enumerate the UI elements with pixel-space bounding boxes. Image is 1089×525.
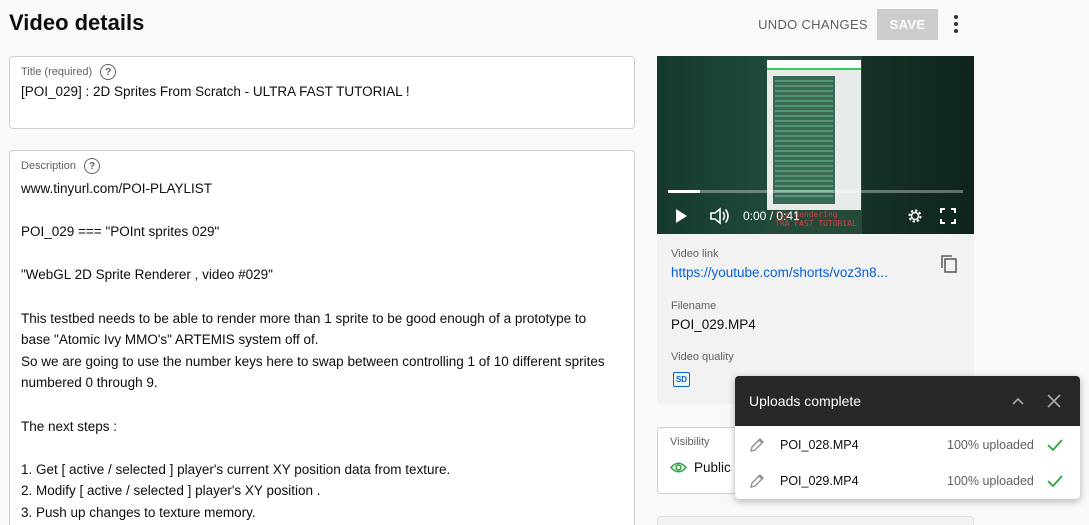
video-progress-bar[interactable] xyxy=(668,190,963,193)
eye-icon xyxy=(670,462,687,473)
description-input[interactable]: www.tinyurl.com/POI-PLAYLIST POI_029 ===… xyxy=(21,178,625,524)
more-vert-icon[interactable] xyxy=(945,12,967,36)
video-player[interactable]: ite Rendering TRA FAST TUTORIAL 0:00 / 0… xyxy=(657,56,974,234)
page-title: Video details xyxy=(9,10,145,35)
filename-value: POI_029.MP4 xyxy=(671,317,756,332)
video-thumbnail xyxy=(767,60,861,210)
description-line: The next steps : xyxy=(21,418,118,434)
video-time: 0:00 / 0:41 xyxy=(743,209,800,223)
chevron-up-icon[interactable] xyxy=(1011,394,1025,408)
fullscreen-icon[interactable] xyxy=(940,208,956,224)
upload-filename: POI_028.MP4 xyxy=(780,438,859,452)
description-line: 1. Get [ active / selected ] player's cu… xyxy=(21,461,451,477)
upload-item[interactable]: POI_029.MP4 100% uploaded xyxy=(735,463,1080,499)
pencil-icon[interactable] xyxy=(749,473,765,489)
title-input[interactable]: [POI_029] : 2D Sprites From Scratch - UL… xyxy=(21,84,410,99)
description-line xyxy=(21,437,625,459)
description-line: So we are going to use the number keys h… xyxy=(21,353,605,369)
visibility-label: Visibility xyxy=(670,436,710,448)
description-line xyxy=(21,394,625,416)
uploads-toast-title: Uploads complete xyxy=(749,393,862,409)
video-quality-label: Video quality xyxy=(671,351,734,363)
description-line xyxy=(21,286,625,308)
volume-icon[interactable] xyxy=(710,207,730,225)
copy-icon[interactable] xyxy=(940,254,958,274)
gear-icon[interactable] xyxy=(906,207,924,225)
description-line xyxy=(21,200,625,222)
video-link[interactable]: https://youtube.com/shorts/voz3n8... xyxy=(671,265,916,280)
description-line: "WebGL 2D Sprite Renderer , video #029" xyxy=(21,267,273,283)
title-field[interactable]: Title (required) ? [POI_029] : 2D Sprite… xyxy=(9,56,635,129)
upload-status: 100% uploaded xyxy=(947,474,1034,488)
pencil-icon[interactable] xyxy=(749,437,765,453)
description-line: www.tinyurl.com/POI-PLAYLIST xyxy=(21,181,213,196)
uploads-toast: Uploads complete POI_028.MP4 100% upload… xyxy=(735,376,1080,499)
description-line: base "Atomic Ivy MMO's" ARTEMIS system o… xyxy=(21,332,319,348)
upload-item[interactable]: POI_028.MP4 100% uploaded xyxy=(735,427,1080,463)
description-line: POI_029 === "POInt sprites 029" xyxy=(21,224,220,240)
description-line: numbered 0 through 9. xyxy=(21,375,158,391)
description-line: 2. Modify [ active / selected ] player's… xyxy=(21,483,321,499)
visibility-value: Public xyxy=(694,460,731,475)
upload-status: 100% uploaded xyxy=(947,438,1034,452)
description-line xyxy=(21,243,625,265)
description-field-label: Description xyxy=(21,160,77,172)
filename-label: Filename xyxy=(671,300,717,312)
undo-changes-button[interactable]: UNDO CHANGES xyxy=(756,9,870,40)
bottom-panel xyxy=(657,516,974,525)
sd-quality-icon: SD xyxy=(673,372,690,387)
upload-filename: POI_029.MP4 xyxy=(780,474,859,488)
help-icon[interactable]: ? xyxy=(84,158,101,174)
uploads-toast-header: Uploads complete xyxy=(735,376,1080,426)
description-line: 3. Push up changes to texture memory. xyxy=(21,504,256,520)
save-button[interactable]: SAVE xyxy=(877,9,938,40)
close-icon[interactable] xyxy=(1046,393,1062,409)
help-icon[interactable]: ? xyxy=(100,64,117,80)
check-icon xyxy=(1047,439,1063,452)
title-field-label: Title (required) xyxy=(21,66,93,78)
video-progress-fill xyxy=(668,190,701,193)
video-link-label: Video link xyxy=(671,248,719,260)
play-icon[interactable] xyxy=(676,209,687,223)
description-field[interactable]: Description ? www.tinyurl.com/POI-PLAYLI… xyxy=(9,150,635,525)
description-line: This testbed needs to be able to render … xyxy=(21,310,587,326)
check-icon xyxy=(1047,475,1063,488)
